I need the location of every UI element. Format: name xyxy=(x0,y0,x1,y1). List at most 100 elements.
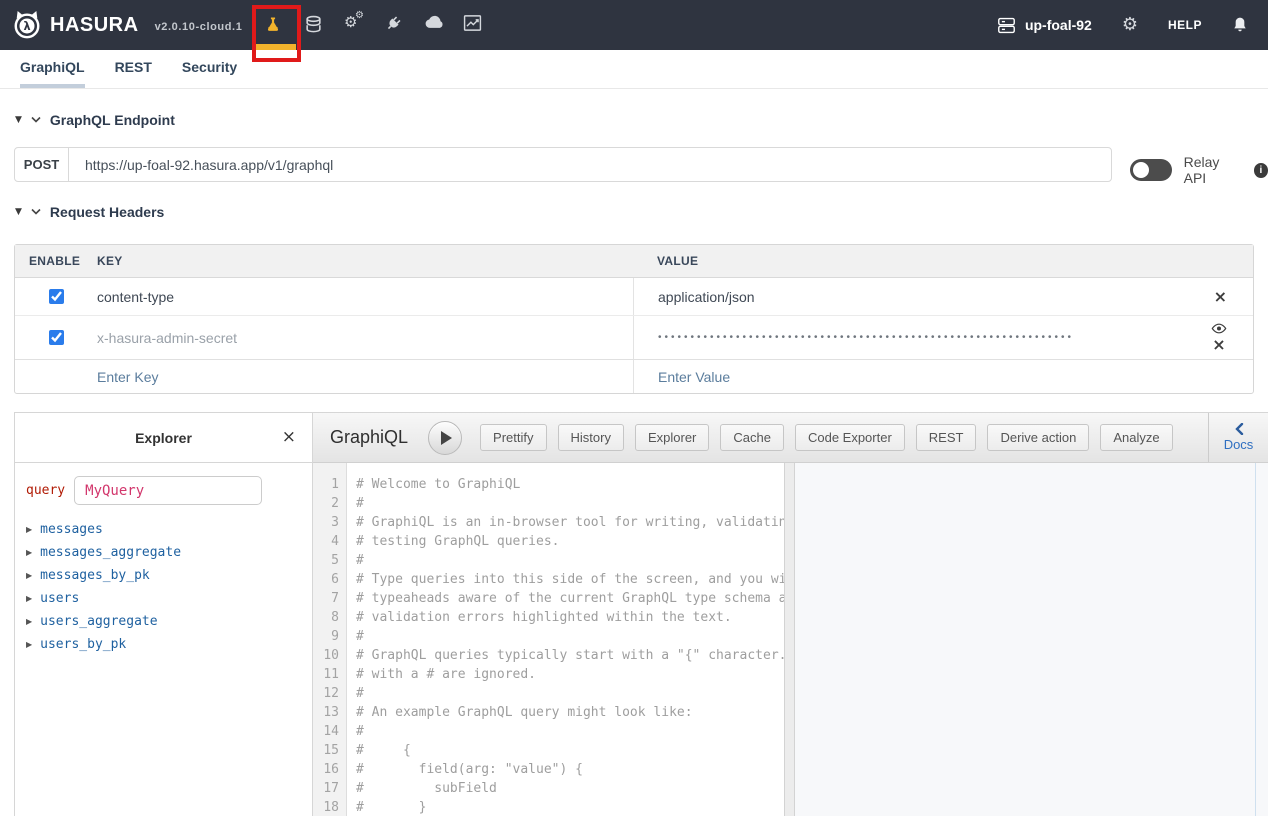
editor-lines: 1 # Welcome to GraphiQL 2 # 3 # GraphiQL… xyxy=(313,463,784,816)
editor-resize-handle[interactable] xyxy=(784,463,795,816)
explorer-field[interactable]: ▶ users xyxy=(26,587,312,610)
toolbar-button[interactable]: REST xyxy=(916,424,977,451)
new-header-key-input[interactable]: Enter Key xyxy=(97,369,633,385)
close-icon[interactable]: × xyxy=(282,427,296,447)
top-navbar: λ HASURA v2.0.10-cloud.1 ⚙⚙ up-foal-92 ⚙… xyxy=(0,0,1268,50)
graphiql-section: Explorer × query ▶ messages ▶ messages_a xyxy=(14,412,1268,816)
relay-api-toggle[interactable] xyxy=(1130,159,1172,181)
toolbar-button[interactable]: Analyze xyxy=(1100,424,1172,451)
tab-graphiql[interactable]: GraphiQL xyxy=(20,59,85,88)
http-method-label: POST xyxy=(15,148,69,181)
editor-line: 16 # field(arg: "value") { xyxy=(313,760,784,779)
masked-secret-value: ••••••••••••••••••••••••••••••••••••••••… xyxy=(658,332,1074,343)
column-enable: ENABLE xyxy=(15,254,97,268)
toolbar-button[interactable]: Prettify xyxy=(480,424,546,451)
explorer-field[interactable]: ▶ users_by_pk xyxy=(26,633,312,656)
expand-arrow-icon: ▶ xyxy=(26,617,32,626)
line-number: 3 xyxy=(313,513,347,532)
line-number: 16 xyxy=(313,760,347,779)
toolbar-button[interactable]: History xyxy=(558,424,624,451)
table-row: x-hasura-admin-secret ••••••••••••••••••… xyxy=(15,316,1253,360)
graphql-endpoint-collapse[interactable]: ▼ GraphQL Endpoint xyxy=(15,112,175,128)
explorer-field[interactable]: ▶ messages_by_pk xyxy=(26,564,312,587)
line-number: 18 xyxy=(313,798,347,816)
column-value: VALUE xyxy=(633,245,1253,277)
graphiql-title: GraphiQL xyxy=(330,427,408,448)
notifications-bell-icon[interactable] xyxy=(1232,16,1248,34)
events-cloud-icon[interactable] xyxy=(424,14,444,30)
editor-line: 5 # xyxy=(313,551,784,570)
line-number: 17 xyxy=(313,779,347,798)
graphql-endpoint-url: https://up-foal-92.hasura.app/v1/graphql xyxy=(69,148,1111,181)
editor-line: 10 # GraphQL queries typically start wit… xyxy=(313,646,784,665)
request-headers-collapse[interactable]: ▼ Request Headers xyxy=(15,204,164,220)
editor-line: 9 # xyxy=(313,627,784,646)
triangle-down-icon: ▼ xyxy=(15,115,22,125)
line-number: 8 xyxy=(313,608,347,627)
line-text: # Welcome to GraphiQL xyxy=(347,475,520,494)
chevron-down-icon xyxy=(30,116,42,124)
docs-tab[interactable]: Docs xyxy=(1208,413,1268,462)
remove-header-icon[interactable]: × xyxy=(1212,337,1225,353)
explorer-field[interactable]: ▶ messages xyxy=(26,518,312,541)
toolbar-button[interactable]: Derive action xyxy=(987,424,1089,451)
tab-security[interactable]: Security xyxy=(182,59,237,88)
help-button[interactable]: HELP xyxy=(1168,18,1202,32)
line-text: # xyxy=(347,684,364,703)
section-title: Request Headers xyxy=(50,204,164,220)
line-number: 2 xyxy=(313,494,347,513)
new-header-value-input[interactable]: Enter Value xyxy=(658,369,730,385)
chevron-left-icon xyxy=(1234,423,1244,435)
line-text: # testing GraphQL queries. xyxy=(347,532,560,551)
line-text: # xyxy=(347,722,364,741)
new-header-row: Enter Key Enter Value xyxy=(15,360,1253,393)
section-title: GraphQL Endpoint xyxy=(50,112,175,128)
line-text: # typeaheads aware of the current GraphQ… xyxy=(347,589,784,608)
editor-line: 7 # typeaheads aware of the current Grap… xyxy=(313,589,784,608)
line-text: # GraphiQL is an in-browser tool for wri… xyxy=(347,513,784,532)
settings-gear-icon[interactable]: ⚙ xyxy=(1122,16,1138,34)
graphql-endpoint-bar: POST https://up-foal-92.hasura.app/v1/gr… xyxy=(14,147,1112,182)
operation-type-label: query xyxy=(26,483,65,498)
line-number: 12 xyxy=(313,684,347,703)
remote-schemas-plug-icon[interactable] xyxy=(384,14,403,33)
docs-panel-edge xyxy=(1255,463,1256,816)
tab-rest[interactable]: REST xyxy=(115,59,152,88)
expand-arrow-icon: ▶ xyxy=(26,571,32,580)
hasura-logo-icon: λ xyxy=(12,9,42,41)
annotation-highlight-box xyxy=(252,5,301,62)
header-enable-checkbox[interactable] xyxy=(49,330,64,345)
line-number: 6 xyxy=(313,570,347,589)
editor-line: 2 # xyxy=(313,494,784,513)
relay-api-label: Relay API xyxy=(1184,154,1242,186)
header-key: x-hasura-admin-secret xyxy=(97,330,633,346)
line-number: 11 xyxy=(313,665,347,684)
info-icon[interactable]: i xyxy=(1254,163,1268,178)
expand-arrow-icon: ▶ xyxy=(26,640,32,649)
graphiql-toolbar: GraphiQL Prettify History Explorer Cache Cod… xyxy=(313,413,1268,463)
docs-label: Docs xyxy=(1224,437,1254,452)
header-enable-checkbox[interactable] xyxy=(49,289,64,304)
reveal-secret-eye-icon[interactable] xyxy=(1211,323,1227,334)
toolbar-button[interactable]: Cache xyxy=(720,424,784,451)
query-editor[interactable]: 1 # Welcome to GraphiQL 2 # 3 # GraphiQL… xyxy=(313,463,784,816)
triangle-down-icon: ▼ xyxy=(15,207,22,217)
line-text: # xyxy=(347,494,364,513)
toolbar-button[interactable]: Code Exporter xyxy=(795,424,905,451)
data-database-icon[interactable] xyxy=(304,14,323,35)
operation-name-input[interactable] xyxy=(74,476,262,505)
expand-arrow-icon: ▶ xyxy=(26,594,32,603)
remove-header-icon[interactable]: × xyxy=(1214,289,1227,305)
execute-query-button[interactable] xyxy=(428,421,462,455)
explorer-field[interactable]: ▶ users_aggregate xyxy=(26,610,312,633)
project-name-button[interactable]: up-foal-92 xyxy=(997,17,1092,34)
explorer-field[interactable]: ▶ messages_aggregate xyxy=(26,541,312,564)
hasura-logo[interactable]: λ HASURA v2.0.10-cloud.1 xyxy=(12,9,242,41)
explorer-header: Explorer × xyxy=(15,413,312,463)
editor-line: 18 # } xyxy=(313,798,784,816)
editor-line: 15 # { xyxy=(313,741,784,760)
monitoring-chart-icon[interactable] xyxy=(463,14,482,32)
table-row: content-type application/json × xyxy=(15,278,1253,316)
toolbar-button[interactable]: Explorer xyxy=(635,424,709,451)
column-key: KEY xyxy=(97,254,633,268)
